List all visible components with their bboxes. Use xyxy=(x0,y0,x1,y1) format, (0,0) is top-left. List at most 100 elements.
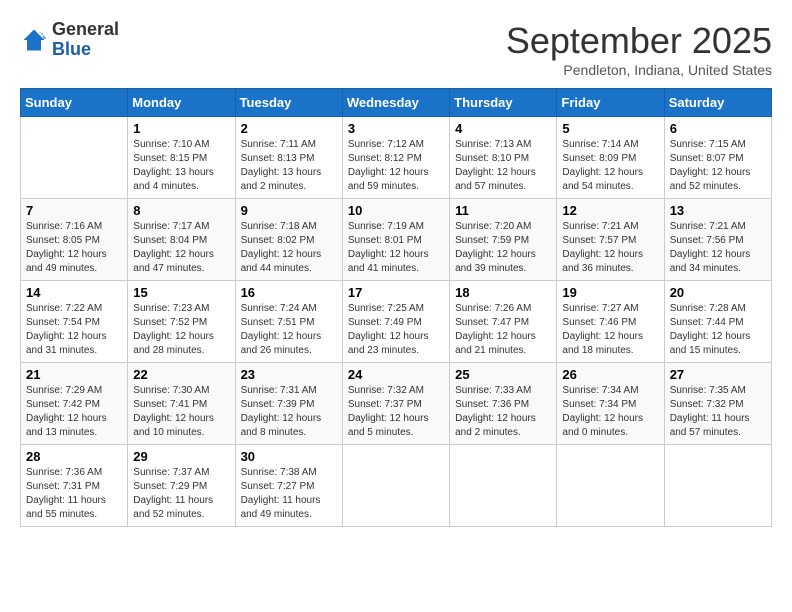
calendar-cell: 22 Sunrise: 7:30 AMSunset: 7:41 PMDayligh… xyxy=(128,363,235,445)
day-info: Sunrise: 7:35 AMSunset: 7:32 PMDaylight:… xyxy=(670,384,766,440)
calendar-cell: 13 Sunrise: 7:21 AMSunset: 7:56 PMDayligh… xyxy=(664,199,771,281)
calendar-cell: 29Sunrise: 7:37 AMSunset: 7:29 PMDayligh… xyxy=(128,445,235,527)
day-number: 3 xyxy=(348,121,444,136)
day-number: 16 xyxy=(241,285,337,300)
day-number: 19 xyxy=(562,285,658,300)
weekday-header-wednesday: Wednesday xyxy=(342,89,449,117)
day-info: Sunrise: 7:28 AMSunset: 7:44 PMDaylight:… xyxy=(670,302,766,358)
calendar-cell xyxy=(21,117,128,199)
calendar-cell xyxy=(450,445,557,527)
calendar-cell: 12 Sunrise: 7:21 AMSunset: 7:57 PMDayligh… xyxy=(557,199,664,281)
logo-icon xyxy=(20,26,48,54)
calendar-cell xyxy=(557,445,664,527)
calendar-cell: 27 Sunrise: 7:35 AMSunset: 7:32 PMDayligh… xyxy=(664,363,771,445)
calendar-week-3: 14 Sunrise: 7:22 AMSunset: 7:54 PMDayligh… xyxy=(21,281,772,363)
calendar-cell: 9Sunrise: 7:18 AMSunset: 8:02 PMDaylight… xyxy=(235,199,342,281)
calendar-cell: 28Sunrise: 7:36 AMSunset: 7:31 PMDayligh… xyxy=(21,445,128,527)
weekday-header-monday: Monday xyxy=(128,89,235,117)
calendar-cell: 30 Sunrise: 7:38 AMSunset: 7:27 PMDayligh… xyxy=(235,445,342,527)
day-info: Sunrise: 7:29 AMSunset: 7:42 PMDaylight:… xyxy=(26,384,122,440)
logo-line1: General xyxy=(52,20,119,40)
day-number: 21 xyxy=(26,367,122,382)
day-info: Sunrise: 7:13 AMSunset: 8:10 PMDaylight:… xyxy=(455,138,551,194)
day-info: Sunrise: 7:21 AMSunset: 7:56 PMDaylight:… xyxy=(670,220,766,276)
calendar-cell: 25 Sunrise: 7:33 AMSunset: 7:36 PMDayligh… xyxy=(450,363,557,445)
page-header: General Blue September 2025 Pendleton, I… xyxy=(20,20,772,78)
calendar-cell: 4 Sunrise: 7:13 AMSunset: 8:10 PMDaylight… xyxy=(450,117,557,199)
weekday-header-row: SundayMondayTuesdayWednesdayThursdayFrid… xyxy=(21,89,772,117)
logo-line2: Blue xyxy=(52,40,119,60)
calendar-cell: 1Sunrise: 7:10 AMSunset: 8:15 PMDaylight… xyxy=(128,117,235,199)
day-number: 10 xyxy=(348,203,444,218)
weekday-header-sunday: Sunday xyxy=(21,89,128,117)
calendar-week-2: 7 Sunrise: 7:16 AMSunset: 8:05 PMDaylight… xyxy=(21,199,772,281)
calendar-cell: 24 Sunrise: 7:32 AMSunset: 7:37 PMDayligh… xyxy=(342,363,449,445)
calendar-cell xyxy=(342,445,449,527)
day-info: Sunrise: 7:14 AMSunset: 8:09 PMDaylight:… xyxy=(562,138,658,194)
day-number: 20 xyxy=(670,285,766,300)
day-number: 13 xyxy=(670,203,766,218)
weekday-header-saturday: Saturday xyxy=(664,89,771,117)
day-info: Sunrise: 7:34 AMSunset: 7:34 PMDaylight:… xyxy=(562,384,658,440)
day-number: 28 xyxy=(26,449,122,464)
calendar-cell: 17 Sunrise: 7:25 AMSunset: 7:49 PMDayligh… xyxy=(342,281,449,363)
day-number: 22 xyxy=(133,367,229,382)
day-number: 4 xyxy=(455,121,551,136)
day-info: Sunrise: 7:37 AMSunset: 7:29 PMDaylight:… xyxy=(133,466,229,522)
day-number: 11 xyxy=(455,203,551,218)
calendar-week-5: 28Sunrise: 7:36 AMSunset: 7:31 PMDayligh… xyxy=(21,445,772,527)
day-info: Sunrise: 7:26 AMSunset: 7:47 PMDaylight:… xyxy=(455,302,551,358)
calendar-cell: 2 Sunrise: 7:11 AMSunset: 8:13 PMDaylight… xyxy=(235,117,342,199)
calendar-cell: 10 Sunrise: 7:19 AMSunset: 8:01 PMDayligh… xyxy=(342,199,449,281)
day-info: Sunrise: 7:22 AMSunset: 7:54 PMDaylight:… xyxy=(26,302,122,358)
day-info: Sunrise: 7:30 AMSunset: 7:41 PMDaylight:… xyxy=(133,384,229,440)
calendar-cell: 7 Sunrise: 7:16 AMSunset: 8:05 PMDaylight… xyxy=(21,199,128,281)
day-info: Sunrise: 7:32 AMSunset: 7:37 PMDaylight:… xyxy=(348,384,444,440)
day-info: Sunrise: 7:23 AMSunset: 7:52 PMDaylight:… xyxy=(133,302,229,358)
day-number: 30 xyxy=(241,449,337,464)
day-number: 7 xyxy=(26,203,122,218)
day-info: Sunrise: 7:10 AMSunset: 8:15 PMDaylight:… xyxy=(133,138,229,194)
day-number: 17 xyxy=(348,285,444,300)
day-info: Sunrise: 7:38 AMSunset: 7:27 PMDaylight:… xyxy=(241,466,337,522)
day-number: 2 xyxy=(241,121,337,136)
calendar-cell: 26 Sunrise: 7:34 AMSunset: 7:34 PMDayligh… xyxy=(557,363,664,445)
day-number: 26 xyxy=(562,367,658,382)
day-number: 27 xyxy=(670,367,766,382)
day-number: 8 xyxy=(133,203,229,218)
day-info: Sunrise: 7:20 AMSunset: 7:59 PMDaylight:… xyxy=(455,220,551,276)
calendar-cell: 8Sunrise: 7:17 AMSunset: 8:04 PMDaylight… xyxy=(128,199,235,281)
calendar-cell: 3Sunrise: 7:12 AMSunset: 8:12 PMDaylight… xyxy=(342,117,449,199)
day-number: 24 xyxy=(348,367,444,382)
calendar-cell: 18Sunrise: 7:26 AMSunset: 7:47 PMDayligh… xyxy=(450,281,557,363)
day-number: 25 xyxy=(455,367,551,382)
weekday-header-tuesday: Tuesday xyxy=(235,89,342,117)
day-number: 15 xyxy=(133,285,229,300)
calendar-cell: 15 Sunrise: 7:23 AMSunset: 7:52 PMDayligh… xyxy=(128,281,235,363)
day-info: Sunrise: 7:11 AMSunset: 8:13 PMDaylight:… xyxy=(241,138,337,194)
day-info: Sunrise: 7:19 AMSunset: 8:01 PMDaylight:… xyxy=(348,220,444,276)
day-info: Sunrise: 7:24 AMSunset: 7:51 PMDaylight:… xyxy=(241,302,337,358)
month-title: September 2025 xyxy=(506,20,772,62)
day-number: 14 xyxy=(26,285,122,300)
calendar-cell: 5 Sunrise: 7:14 AMSunset: 8:09 PMDaylight… xyxy=(557,117,664,199)
day-info: Sunrise: 7:33 AMSunset: 7:36 PMDaylight:… xyxy=(455,384,551,440)
day-info: Sunrise: 7:25 AMSunset: 7:49 PMDaylight:… xyxy=(348,302,444,358)
calendar-cell: 14 Sunrise: 7:22 AMSunset: 7:54 PMDayligh… xyxy=(21,281,128,363)
location: Pendleton, Indiana, United States xyxy=(506,62,772,78)
title-block: September 2025 Pendleton, Indiana, Unite… xyxy=(506,20,772,78)
calendar-table: SundayMondayTuesdayWednesdayThursdayFrid… xyxy=(20,88,772,527)
day-number: 23 xyxy=(241,367,337,382)
calendar-cell: 21 Sunrise: 7:29 AMSunset: 7:42 PMDayligh… xyxy=(21,363,128,445)
calendar-cell: 6Sunrise: 7:15 AMSunset: 8:07 PMDaylight… xyxy=(664,117,771,199)
day-number: 9 xyxy=(241,203,337,218)
day-info: Sunrise: 7:16 AMSunset: 8:05 PMDaylight:… xyxy=(26,220,122,276)
logo: General Blue xyxy=(20,20,119,60)
calendar-cell xyxy=(664,445,771,527)
day-info: Sunrise: 7:27 AMSunset: 7:46 PMDaylight:… xyxy=(562,302,658,358)
day-number: 12 xyxy=(562,203,658,218)
day-info: Sunrise: 7:21 AMSunset: 7:57 PMDaylight:… xyxy=(562,220,658,276)
day-number: 5 xyxy=(562,121,658,136)
weekday-header-friday: Friday xyxy=(557,89,664,117)
calendar-cell: 11 Sunrise: 7:20 AMSunset: 7:59 PMDayligh… xyxy=(450,199,557,281)
